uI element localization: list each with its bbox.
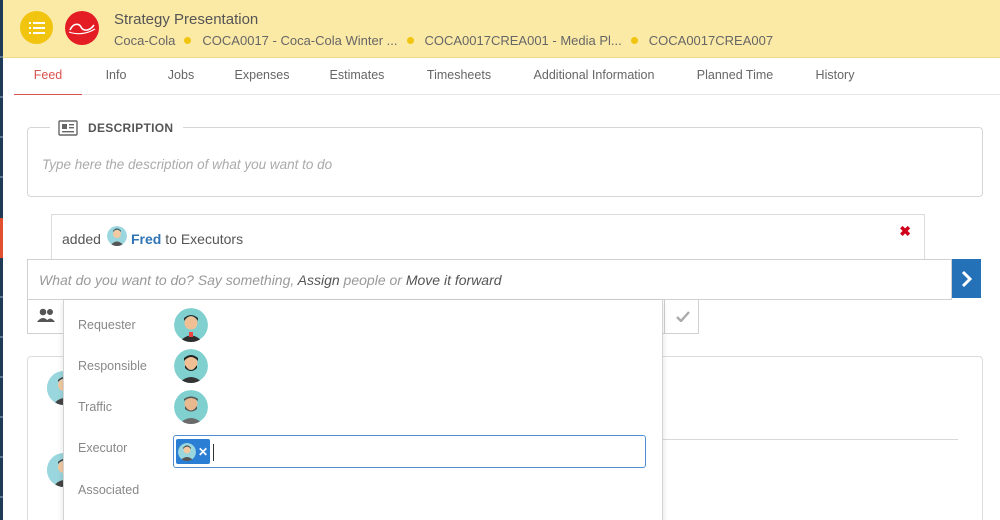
client-logo (65, 11, 99, 45)
tab-estimates[interactable]: Estimates (322, 58, 392, 95)
tab-info[interactable]: Info (94, 58, 138, 95)
activity-text: added Fred to Executors (62, 226, 244, 247)
list-icon (28, 21, 45, 34)
user-avatar-icon (106, 226, 127, 246)
breadcrumb: Coca-Cola COCA0017 - Coca-Cola Winter ..… (114, 33, 773, 48)
check-icon (675, 311, 690, 322)
user-avatar-icon (174, 308, 208, 342)
tab-history[interactable]: History (806, 58, 864, 95)
tab-bar: Feed Info Jobs Expenses Estimates Timesh… (14, 58, 1000, 95)
composer-text: What do you want to do? Say something, (39, 272, 298, 288)
menu-button[interactable] (20, 11, 53, 44)
responsible-avatar[interactable] (174, 349, 208, 383)
strip-tick (0, 496, 3, 498)
role-label-associated: Associated (78, 483, 140, 497)
move-forward-link[interactable]: Move it forward (406, 272, 502, 288)
executor-field[interactable]: ✕ (173, 435, 646, 468)
assign-people-dropdown: Requester Responsible Traffic Executor ✕… (63, 300, 663, 520)
breadcrumb-separator-dot (630, 37, 638, 44)
breadcrumb-client[interactable]: Coca-Cola (114, 33, 175, 48)
strip-tick (0, 336, 3, 338)
strip-tick (0, 296, 3, 298)
description-heading: DESCRIPTION (50, 120, 184, 136)
requester-avatar[interactable] (174, 308, 208, 342)
feed-composer-input[interactable]: What do you want to do? Say something, A… (27, 259, 952, 300)
tab-additional-information[interactable]: Additional Information (526, 58, 662, 95)
composer-placeholder: What do you want to do? Say something, A… (39, 272, 502, 288)
newspaper-icon (58, 120, 78, 136)
breadcrumb-separator-dot (184, 37, 192, 44)
strip-tick (0, 136, 3, 138)
breadcrumb-task[interactable]: COCA0017CREA007 (649, 33, 773, 48)
close-icon[interactable]: ✖ (899, 223, 911, 240)
tab-planned-time[interactable]: Planned Time (690, 58, 780, 95)
strip-tick (0, 96, 3, 98)
assign-link[interactable]: Assign (298, 272, 340, 288)
role-label-requester: Requester (78, 318, 136, 332)
executor-chip-fred[interactable]: ✕ (176, 439, 210, 464)
tab-expenses[interactable]: Expenses (226, 58, 298, 95)
breadcrumb-project[interactable]: COCA0017 - Coca-Cola Winter ... (202, 33, 397, 48)
page-title: Strategy Presentation (114, 11, 259, 28)
avatar (178, 442, 196, 461)
text-caret (213, 444, 214, 461)
activity-suffix: to Executors (165, 231, 244, 247)
strip-tick (0, 376, 3, 378)
traffic-avatar[interactable] (174, 390, 208, 424)
role-label-executor: Executor (78, 441, 128, 455)
people-icon[interactable] (36, 307, 56, 323)
role-label-traffic: Traffic (78, 400, 113, 414)
tab-feed[interactable]: Feed (14, 58, 82, 95)
role-label-responsible: Responsible (78, 359, 147, 373)
divider (628, 439, 958, 440)
tab-jobs[interactable]: Jobs (160, 58, 202, 95)
coca-cola-logo-icon (68, 23, 96, 35)
activity-prefix: added (62, 231, 101, 247)
description-heading-text: DESCRIPTION (88, 121, 174, 135)
description-input[interactable] (42, 157, 962, 172)
user-avatar-icon (174, 349, 208, 383)
breadcrumb-separator-dot (406, 37, 414, 44)
chevron-right-icon (961, 270, 972, 287)
strip-active-item[interactable] (0, 218, 3, 258)
activity-item: added Fred to Executors ✖ (51, 214, 925, 260)
breadcrumb-job[interactable]: COCA0017CREA001 - Media Pl... (425, 33, 622, 48)
avatar (106, 226, 127, 246)
strip-tick (0, 416, 3, 418)
left-nav-strip (0, 0, 3, 520)
submit-button[interactable] (952, 259, 981, 298)
project-header: Strategy Presentation Coca-Cola COCA0017… (3, 0, 1000, 58)
strip-tick (0, 176, 3, 178)
strip-tick (0, 456, 3, 458)
remove-chip-icon[interactable]: ✕ (198, 445, 208, 459)
confirm-button[interactable] (664, 300, 700, 333)
composer-text: people or (339, 272, 406, 288)
user-avatar-icon (178, 442, 196, 461)
user-avatar-icon (174, 390, 208, 424)
tab-timesheets[interactable]: Timesheets (418, 58, 500, 95)
activity-person-link[interactable]: Fred (131, 231, 161, 247)
description-section: DESCRIPTION (27, 120, 983, 197)
